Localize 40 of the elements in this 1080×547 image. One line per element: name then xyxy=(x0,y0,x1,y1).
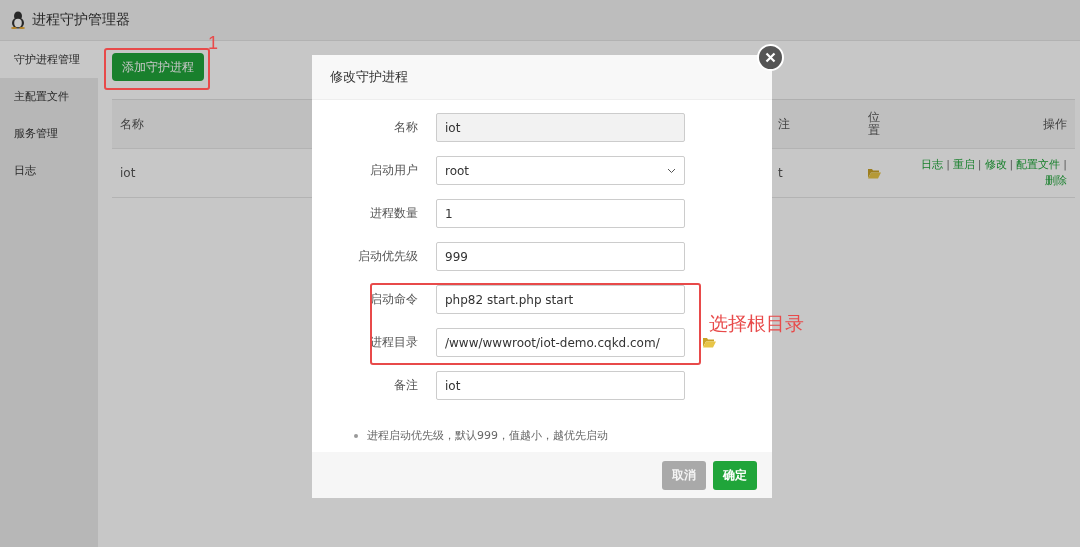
input-field[interactable]: iot xyxy=(436,371,685,400)
table-cell: t xyxy=(778,166,783,180)
input-field[interactable]: php82 start.php start xyxy=(436,285,685,314)
penguin-icon xyxy=(10,11,26,29)
column-header: 位置 xyxy=(868,110,880,138)
app-title: 进程守护管理器 xyxy=(32,11,130,29)
separator: | xyxy=(977,157,982,173)
separator: | xyxy=(946,157,950,173)
folder-icon[interactable] xyxy=(703,337,716,348)
chevron-down-icon xyxy=(667,167,676,174)
field-label: 名称 xyxy=(393,119,418,136)
sidebar-item[interactable]: 日志 xyxy=(0,152,98,189)
field-label: 进程数量 xyxy=(369,205,418,222)
separator: | xyxy=(1063,157,1067,173)
field-label: 启动优先级 xyxy=(357,248,418,265)
folder-icon[interactable] xyxy=(868,167,881,179)
hint-text: 进程启动优先级，默认999，值越小，越优先启动 xyxy=(367,428,608,443)
input-field[interactable]: /www/wwwroot/iot-demo.cqkd.com/ xyxy=(436,328,685,357)
field-label: 启动用户 xyxy=(369,162,418,179)
sidebar-item[interactable]: 主配置文件 xyxy=(0,78,98,115)
field-label: 备注 xyxy=(393,377,418,394)
select-field[interactable]: root xyxy=(436,156,685,185)
sidebar-item[interactable]: 守护进程管理 xyxy=(0,41,98,78)
column-header: 名称 xyxy=(120,115,144,133)
field-label: 启动命令 xyxy=(369,291,418,308)
input-field[interactable]: 999 xyxy=(436,242,685,271)
step-number: 1 xyxy=(208,33,218,54)
column-header: 操作 xyxy=(1043,115,1067,133)
input-field[interactable]: iot xyxy=(436,113,685,142)
close-button[interactable] xyxy=(757,44,784,71)
dialog-title: 修改守护进程 xyxy=(330,68,408,86)
field-label: 进程目录 xyxy=(369,334,418,351)
separator: | xyxy=(1009,157,1014,173)
column-header: 注 xyxy=(778,115,790,133)
table-cell: iot xyxy=(120,166,136,180)
input-field[interactable]: 1 xyxy=(436,199,685,228)
sidebar-item[interactable]: 服务管理 xyxy=(0,115,98,152)
bullet-icon xyxy=(354,433,358,438)
close-icon xyxy=(765,52,776,63)
annotation-caption: 选择根目录 xyxy=(709,312,804,336)
